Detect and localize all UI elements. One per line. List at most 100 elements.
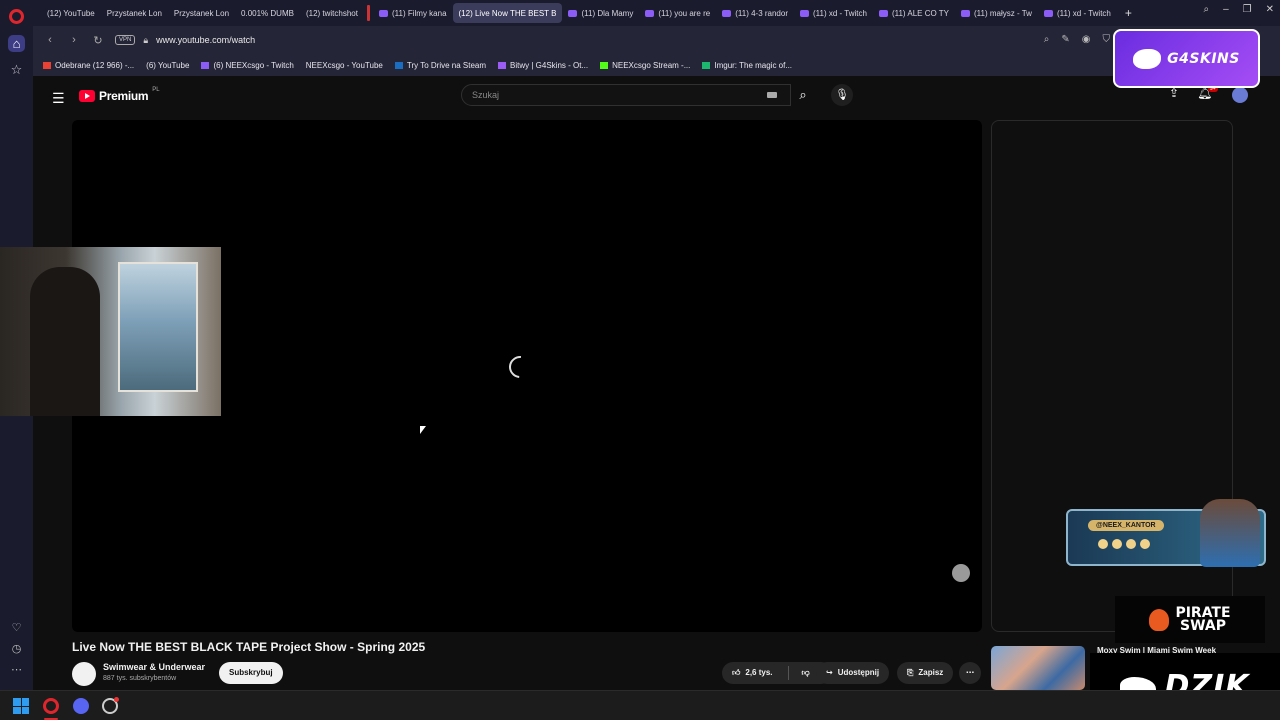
more-actions-button[interactable]: ⋯ [959,662,981,684]
bookmark[interactable]: NEEXcsgo Stream -... [600,61,690,70]
twitch-icon [799,9,809,17]
youtube-premium-logo[interactable]: Premium PL [79,87,160,103]
tab-label: (11) you are re [658,8,711,18]
windows-start-icon[interactable] [13,698,29,714]
tab[interactable]: (11) ALE CO TY [873,3,955,23]
tab[interactable]: Przystanek Lon [66,3,235,83]
minimize-icon[interactable]: – [1223,4,1229,15]
search-button[interactable]: ⌕ [789,84,817,106]
edit-icon[interactable]: ✎ [1061,34,1069,45]
bookmark[interactable]: Try To Drive na Steam [394,61,486,70]
g4skins-logo-icon [1133,48,1162,69]
tab[interactable]: (11) 4-3 randor [716,3,794,23]
reload-icon[interactable]: ↻ [91,34,105,47]
share-button[interactable]: ↪ Udostępnij [816,662,890,684]
streamer-webcam [0,247,221,416]
menu-icon[interactable]: ☰ [52,90,65,107]
tab[interactable]: (11) xd - Twitch [794,3,873,23]
pill-divider [787,666,789,680]
forward-icon[interactable]: › [67,34,81,46]
recommended-thumbnail[interactable] [991,646,1085,690]
account-avatar[interactable] [1232,87,1248,103]
new-tab-button[interactable]: + [1117,6,1140,20]
pirate-swap-text: PIRATE SWAP [1175,606,1230,633]
bookmark[interactable]: NEEXcsgo - YouTube [66,60,383,137]
pirate-swap-overlay: PIRATE SWAP [1115,596,1265,643]
bookmark-label: NEEXcsgo - YouTube [305,60,383,70]
tab[interactable]: (11) Filmy kana [373,3,453,23]
tab[interactable]: (11) you are re [639,3,716,23]
tab-label: (12) Live Now THE BEST B [458,8,557,18]
bookmark[interactable]: Imgur: The magic of... [702,61,792,70]
tab-active[interactable]: (12) Live Now THE BEST B [66,3,563,83]
tab-label: (11) xd - Twitch [1056,8,1111,18]
skull-icon [1149,608,1170,631]
dislike-icon[interactable]: 👎︎ [802,662,810,684]
keyboard-icon[interactable] [767,92,777,98]
search-tabs-icon[interactable]: ⌕ [1203,4,1209,15]
shield-icon[interactable]: ⛉ [1103,34,1111,45]
tab[interactable]: Przystanek Lon [66,3,168,83]
discord-icon[interactable] [73,698,89,714]
tab[interactable]: (12) twitchshot [66,3,364,83]
bookmark[interactable]: Bitwy | G4Skins - Ot... [498,61,588,70]
url-field[interactable]: www.youtube.com/watch [156,35,255,45]
search-icon[interactable]: ⌕ [1044,34,1050,45]
maximize-icon[interactable]: ❐ [1243,4,1252,15]
channel-watermark-icon[interactable] [952,564,970,582]
more-icon[interactable]: ⋯ [8,663,25,676]
twitch-icon [645,9,655,17]
steam-icon [394,61,403,69]
tab[interactable]: (11) małysz - Tw [955,3,1038,23]
subscriber-count: 887 tys. subskrybentów [103,675,177,682]
tab-label: 0.001% DUMB [241,8,294,18]
heart-icon[interactable]: ♡ [8,621,25,634]
pinboard-icon[interactable]: ☆ [8,61,25,78]
tab-strip: (12) YouTube Przystanek Lon Przystanek L… [33,0,1280,83]
twitch-icon [1043,9,1053,17]
video-title: Live Now THE BEST BLACK TAPE Project Sho… [72,640,426,654]
subscribe-button[interactable]: Subskrybuj [219,662,283,684]
mic-icon[interactable]: 🎙︎ [831,84,853,106]
g4skins-text: G4SKINS [1167,50,1240,67]
bookmark-label: Odebrane (12 966) -... [55,60,135,70]
tab[interactable]: (12) YouTube [41,3,101,83]
window-controls: ⌕ – ❐ ✕ [1203,4,1274,15]
share-icon: ↪ [826,668,833,677]
save-label: Zapisz [918,668,944,677]
channel-avatar[interactable] [72,662,96,686]
tab[interactable]: (11) xd - Twitch [1038,3,1117,23]
like-icon[interactable]: 👍︎ [732,662,740,684]
bookmark[interactable]: Odebrane (12 966) -... [43,61,134,70]
history-icon[interactable]: ◷ [8,642,25,655]
upload-icon[interactable]: ⇪ [1169,86,1179,100]
back-icon[interactable]: ‹ [43,34,57,46]
like-count[interactable]: 2,6 tys. [745,662,772,684]
tab-label: Przystanek Lon [106,8,162,18]
tab[interactable]: (11) Dla Mamy [562,3,639,23]
mouse-cursor-icon [420,426,426,434]
search-input[interactable] [462,85,732,105]
bookmark[interactable]: (6) YouTube [66,61,189,137]
tab-group-divider [366,5,370,21]
search-box [461,84,791,106]
tab-label: Przystanek Lon [173,8,230,18]
vpn-badge[interactable]: VPN [115,35,136,45]
tab-label: (11) Dla Mamy [581,8,634,18]
bookmark-label: Bitwy | G4Skins - Ot... [510,60,589,70]
home-icon[interactable]: ⌂ [8,35,25,52]
bookmark-label: (6) NEEXcsgo - Twitch [213,60,294,70]
bookmark-icon: ⎘ [907,668,914,677]
tab-label: (11) 4-3 randor [735,8,788,18]
camera-icon[interactable]: ◉ [1082,34,1091,45]
channel-name[interactable]: Swimwear & Underwear [103,662,205,672]
save-button[interactable]: ⎘ Zapisz [897,662,954,684]
opera-logo-icon[interactable] [9,9,24,24]
bookmark[interactable]: (6) NEEXcsgo - Twitch [201,60,294,70]
tab[interactable]: 0.001% DUMB [66,3,300,83]
lock-icon[interactable]: 🔒︎ [143,35,148,46]
twitch-icon [878,9,888,17]
opera-taskbar-icon[interactable] [43,698,59,714]
close-icon[interactable]: ✕ [1266,4,1274,15]
streamer-silhouette [30,267,100,416]
